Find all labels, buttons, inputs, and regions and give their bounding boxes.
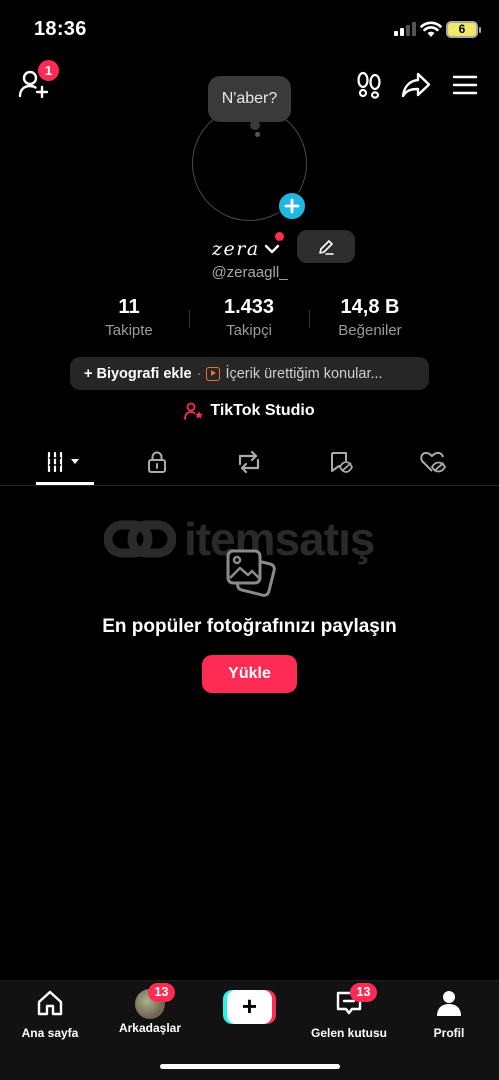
tiktok-studio-link[interactable]: TikTok Studio xyxy=(0,400,499,422)
wifi-icon xyxy=(420,21,442,37)
note-bubble-dot xyxy=(255,132,260,137)
stat-label: Takipçi xyxy=(226,322,272,339)
empty-state-title: En popüler fotoğrafınızı paylaşın xyxy=(102,616,397,637)
bio-pill[interactable]: + Biyografi ekle · İçerik ürettiğim konu… xyxy=(70,357,429,390)
footprints-icon xyxy=(357,71,381,99)
status-bar: 18:36 6 xyxy=(0,0,499,60)
bookmark-eye-icon xyxy=(331,452,354,473)
create-button[interactable]: + xyxy=(223,990,276,1024)
profile-views-button[interactable] xyxy=(354,70,384,100)
upload-button[interactable]: Yükle xyxy=(202,655,297,693)
repost-icon xyxy=(238,450,260,474)
plus-icon: + xyxy=(227,990,272,1024)
active-tab-indicator xyxy=(36,482,94,485)
edit-profile-button[interactable] xyxy=(297,230,355,263)
content-topics-label[interactable]: İçerik ürettiğim konular... xyxy=(225,366,382,382)
add-bio-label[interactable]: + Biyografi ekle xyxy=(84,366,192,382)
nav-label: Profil xyxy=(433,1026,465,1040)
tab-private[interactable] xyxy=(127,440,187,484)
photos-icon xyxy=(226,549,276,597)
nav-home[interactable]: Ana sayfa xyxy=(5,989,95,1040)
status-time: 18:36 xyxy=(34,18,87,40)
tab-liked[interactable] xyxy=(403,440,463,484)
share-icon xyxy=(401,72,431,98)
stat-divider xyxy=(309,310,310,328)
tab-reposts[interactable] xyxy=(219,440,279,484)
tiktok-studio-label: TikTok Studio xyxy=(210,402,315,419)
nav-label: Arkadaşlar xyxy=(118,1021,182,1035)
tab-videos[interactable] xyxy=(35,440,95,484)
friends-badge: 13 xyxy=(148,983,175,1002)
play-square-icon xyxy=(206,366,221,381)
share-profile-button[interactable] xyxy=(400,70,432,100)
profile-stats: 11 Takipte 1.433 Takipçi 14,8 B Beğenile… xyxy=(0,296,499,340)
inbox-badge: 13 xyxy=(350,983,377,1002)
note-bubble[interactable]: N'aber? xyxy=(208,76,291,122)
tab-favorites[interactable] xyxy=(311,440,371,484)
creator-star-icon xyxy=(184,402,204,420)
nav-profile[interactable]: Profil xyxy=(404,989,494,1040)
add-story-button[interactable] xyxy=(277,191,307,221)
stat-likes[interactable]: 14,8 B Beğeniler xyxy=(310,296,430,339)
stat-following[interactable]: 11 Takipte xyxy=(69,296,189,339)
grid-icon xyxy=(47,451,79,473)
stat-followers[interactable]: 1.433 Takipçi xyxy=(189,296,309,339)
watermark-link-icon xyxy=(104,520,176,558)
stat-divider xyxy=(189,310,190,328)
watermark-text: itemsatış xyxy=(184,513,375,565)
stat-value: 11 xyxy=(118,296,140,318)
home-icon xyxy=(37,990,63,1016)
profile-icon xyxy=(437,991,461,1016)
lock-icon xyxy=(148,451,166,473)
nav-label: Ana sayfa xyxy=(21,1026,79,1040)
note-bubble-tail xyxy=(250,120,260,130)
stat-label: Beğeniler xyxy=(338,322,402,339)
heart-eye-icon xyxy=(420,451,447,473)
home-indicator xyxy=(160,1064,340,1069)
username: @zeraagll_ xyxy=(211,264,288,281)
name-notification-dot xyxy=(275,232,284,241)
add-friend-badge: 1 xyxy=(38,60,59,81)
pencil-icon xyxy=(319,239,334,255)
stat-value: 1.433 xyxy=(223,296,275,318)
nav-label: Gelen kutusu xyxy=(310,1026,387,1040)
profile-tabs xyxy=(0,440,499,486)
nav-inbox[interactable]: Gelen kutusu xyxy=(304,989,394,1040)
battery-icon: 6 xyxy=(446,21,481,38)
chevron-down-icon xyxy=(264,244,279,254)
display-name-row[interactable]: zera xyxy=(212,234,280,264)
stat-value: 14,8 B xyxy=(340,296,400,318)
display-name: zera xyxy=(212,238,260,260)
stat-label: Takipte xyxy=(105,322,153,339)
cellular-signal-icon xyxy=(394,22,418,36)
bio-separator: · xyxy=(196,365,202,382)
menu-button[interactable] xyxy=(450,70,480,100)
plus-icon xyxy=(284,198,300,214)
menu-icon xyxy=(452,75,478,95)
